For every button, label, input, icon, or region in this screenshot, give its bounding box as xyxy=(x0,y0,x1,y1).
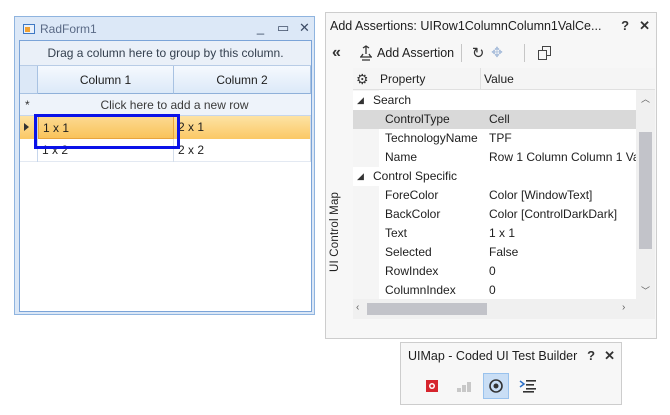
vertical-scrollbar[interactable]: ︿ ﹀ xyxy=(636,90,655,299)
record-icon xyxy=(426,380,438,392)
close-button[interactable]: ✕ xyxy=(299,20,310,36)
steps-icon xyxy=(457,382,471,392)
property-row[interactable]: ControlType Cell xyxy=(353,110,636,129)
assertions-toolbar: « Add Assertion ↻ ✥ xyxy=(326,39,656,66)
property-value[interactable]: 1 x 1 xyxy=(489,224,515,243)
add-assertion-icon[interactable] xyxy=(358,44,374,61)
assertions-title: Add Assertions: UIRow1ColumnColumn1ValCe… xyxy=(330,19,602,33)
property-name: ForeColor xyxy=(385,188,439,202)
property-name: RowIndex xyxy=(385,264,439,278)
property-value[interactable]: Color [ControlDarkDark] xyxy=(489,205,617,224)
record-button[interactable] xyxy=(419,373,445,399)
category-control-specific[interactable]: ◢ Control Specific xyxy=(353,167,636,186)
property-value[interactable]: 0 xyxy=(489,262,496,281)
row-header-corner xyxy=(20,66,38,94)
column-header-1[interactable]: Column 1 xyxy=(38,66,174,94)
app-icon xyxy=(23,23,35,34)
help-button[interactable]: ? xyxy=(587,348,595,364)
grid-cell[interactable]: 2 x 1 xyxy=(174,116,311,139)
toolbar-separator xyxy=(524,43,526,62)
property-row[interactable]: TechnologyName TPF xyxy=(353,129,636,148)
collapse-map-button[interactable]: « xyxy=(332,44,348,62)
property-row[interactable]: BackColor Color [ControlDarkDark] xyxy=(353,205,636,224)
new-row-text: Click here to add a new row xyxy=(100,98,249,112)
toolbar-separator xyxy=(461,43,463,62)
vertical-scroll-thumb[interactable] xyxy=(639,132,652,249)
minimize-button[interactable]: _ xyxy=(255,20,266,36)
ui-control-map-label: UI Control Map xyxy=(329,191,341,272)
radform-window: RadForm1 _ ▭ ✕ Drag a column here to gro… xyxy=(14,16,315,315)
crosshair-icon[interactable]: ✥ xyxy=(491,44,517,61)
window-title: RadForm1 xyxy=(40,21,97,36)
scroll-right-icon[interactable]: › xyxy=(622,302,625,313)
property-value[interactable]: TPF xyxy=(489,129,512,148)
column-header-2[interactable]: Column 2 xyxy=(174,66,311,94)
property-grid-header: ⚙ Property Value xyxy=(353,68,655,90)
group-panel[interactable]: Drag a column here to group by this colu… xyxy=(20,41,311,66)
expand-triangle-icon[interactable]: ◢ xyxy=(357,91,364,110)
expand-triangle-icon[interactable]: ◢ xyxy=(357,167,364,186)
property-row[interactable]: RowIndex 0 xyxy=(353,262,636,281)
property-row[interactable]: Text 1 x 1 xyxy=(353,224,636,243)
rad-grid-view[interactable]: Drag a column here to group by this colu… xyxy=(19,40,312,312)
property-name: ColumnIndex xyxy=(385,283,456,297)
property-name: BackColor xyxy=(385,207,441,221)
scroll-left-icon[interactable]: ‹ xyxy=(356,302,359,313)
refresh-icon[interactable]: ↻ xyxy=(469,44,487,62)
target-icon xyxy=(489,379,503,393)
add-assertions-button[interactable] xyxy=(483,373,509,399)
property-name: ControlType xyxy=(385,112,450,126)
property-grid: ⚙ Property Value ◢ Search ControlType Ce… xyxy=(353,68,655,319)
property-value[interactable]: Row 1 Column Column 1 Va xyxy=(489,148,636,167)
assertions-titlebar[interactable]: Add Assertions: UIRow1ColumnColumn1ValCe… xyxy=(326,13,656,39)
new-row[interactable]: * Click here to add a new row xyxy=(20,94,311,116)
add-assertion-button[interactable]: Add Assertion xyxy=(377,46,454,60)
current-row-arrow-icon xyxy=(24,123,29,131)
category-label: Control Specific xyxy=(373,169,458,183)
property-row[interactable]: ColumnIndex 0 xyxy=(353,281,636,300)
category-search[interactable]: ◢ Search xyxy=(353,91,636,110)
property-name: TechnologyName xyxy=(385,131,478,145)
generate-code-icon xyxy=(519,380,536,393)
horizontal-scrollbar[interactable]: ‹ › xyxy=(353,299,655,319)
add-assertions-window: Add Assertions: UIRow1ColumnColumn1ValCe… xyxy=(325,12,657,339)
property-name: Selected xyxy=(385,245,432,259)
ui-control-map-tab[interactable]: UI Control Map xyxy=(326,66,352,339)
new-row-star-icon: * xyxy=(25,98,30,112)
property-value[interactable]: False xyxy=(489,243,518,262)
value-column-header[interactable]: Value xyxy=(484,72,514,86)
builder-title: UIMap - Coded UI Test Builder xyxy=(408,349,578,363)
property-value[interactable]: Cell xyxy=(489,110,510,129)
maximize-button[interactable]: ▭ xyxy=(277,20,289,36)
grid-cell[interactable]: 2 x 2 xyxy=(174,139,311,162)
horizontal-scroll-thumb[interactable] xyxy=(367,303,487,315)
scroll-down-icon[interactable]: ﹀ xyxy=(641,284,650,297)
property-value[interactable]: 0 xyxy=(489,281,496,300)
close-button[interactable]: ✕ xyxy=(639,18,650,34)
gear-icon[interactable]: ⚙ xyxy=(356,71,369,88)
property-value[interactable]: Color [WindowText] xyxy=(489,186,592,205)
column-divider xyxy=(480,68,481,90)
generate-code-button[interactable] xyxy=(515,373,541,399)
property-column-header[interactable]: Property xyxy=(380,72,425,86)
help-button[interactable]: ? xyxy=(621,18,629,34)
close-button[interactable]: ✕ xyxy=(604,348,615,364)
category-label: Search xyxy=(373,93,412,107)
radform-titlebar[interactable]: RadForm1 _ ▭ ✕ xyxy=(15,17,314,40)
property-name: Text xyxy=(385,226,408,240)
property-row[interactable]: ForeColor Color [WindowText] xyxy=(353,186,636,205)
property-row[interactable]: Selected False xyxy=(353,243,636,262)
property-name: Name xyxy=(385,150,418,164)
column-header-row: Column 1 Column 2 xyxy=(20,66,311,94)
scroll-up-icon[interactable]: ︿ xyxy=(641,92,650,105)
copy-icon[interactable] xyxy=(538,45,552,60)
coded-ui-test-builder: UIMap - Coded UI Test Builder ? ✕ xyxy=(400,342,622,405)
control-highlight-outline xyxy=(34,114,180,149)
show-steps-button[interactable] xyxy=(451,373,477,399)
property-row[interactable]: Name Row 1 Column Column 1 Va xyxy=(353,148,636,167)
